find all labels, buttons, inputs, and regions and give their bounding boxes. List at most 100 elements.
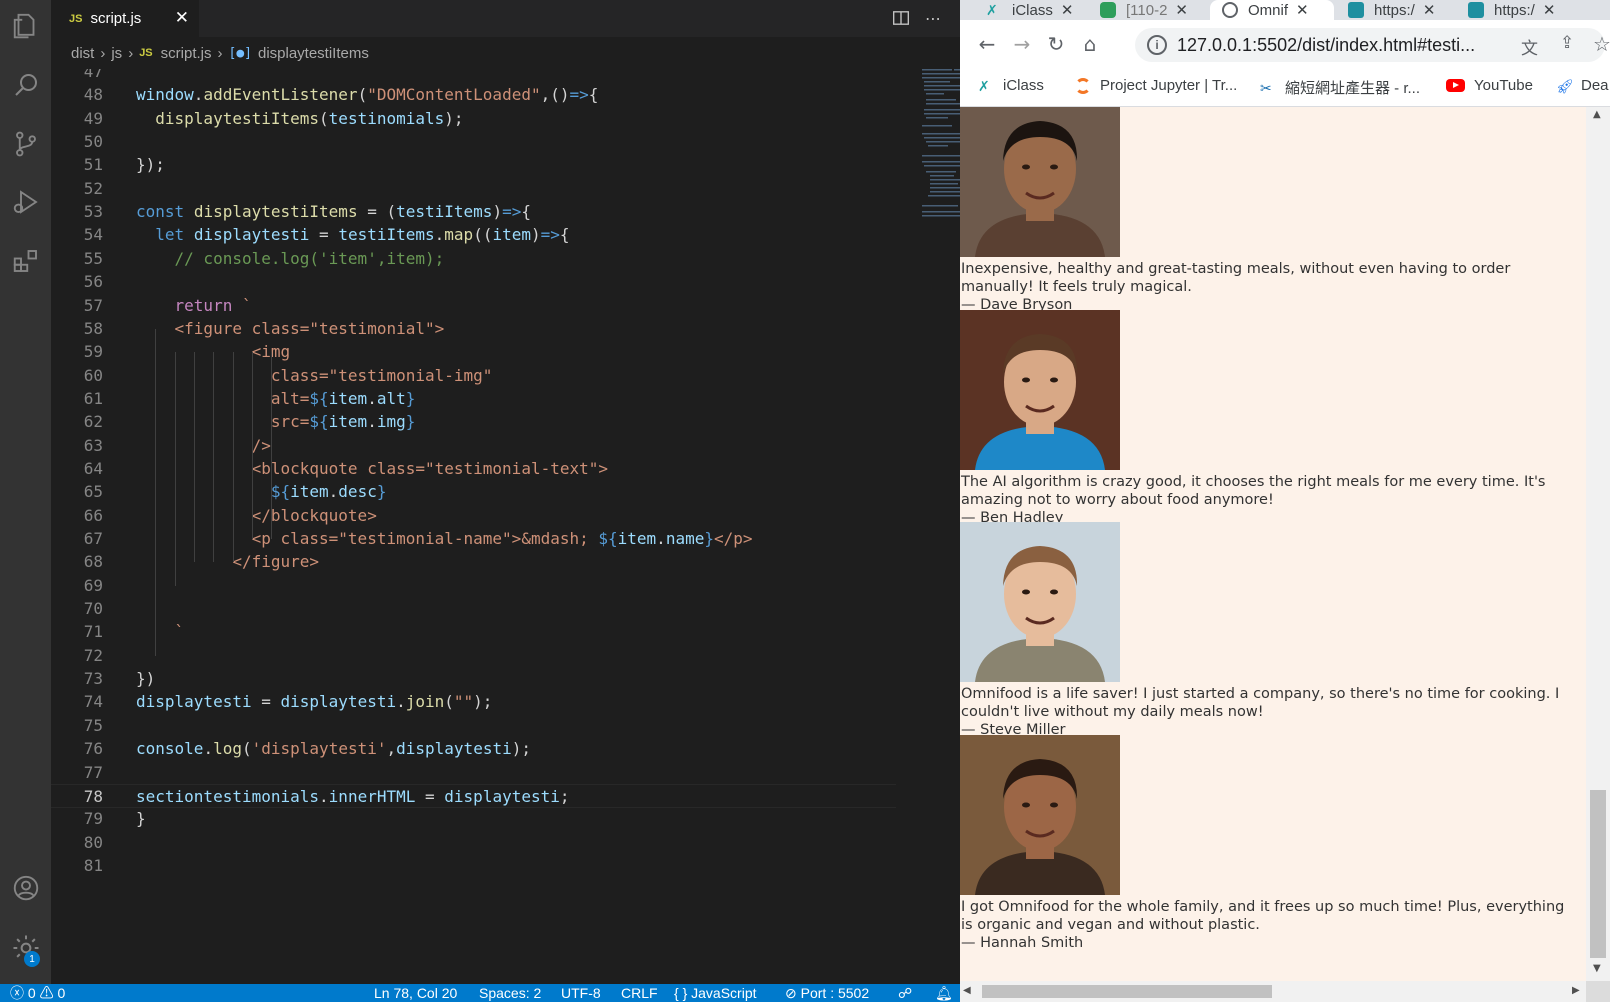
close-tab-icon[interactable]: ✕ <box>1296 1 1309 19</box>
end-of-line[interactable]: CRLF <box>621 985 658 1001</box>
code-line[interactable]: 81 <box>51 854 896 878</box>
indent-guide <box>213 352 215 563</box>
cursor-position[interactable]: Ln 78, Col 20 <box>374 985 457 1001</box>
encoding[interactable]: UTF-8 <box>561 985 601 1001</box>
indentation[interactable]: Spaces: 2 <box>479 985 541 1001</box>
scrollbar-thumb[interactable] <box>1590 790 1606 958</box>
browser-tab-110[interactable]: [110-2 ✕ <box>1086 0 1208 20</box>
browser-tab-https-2[interactable]: https:/ ✕ <box>1456 0 1586 20</box>
back-arrow-icon[interactable]: ← <box>975 32 999 56</box>
code-line[interactable]: 48 window.addEventListener("DOMContentLoa… <box>51 83 896 107</box>
code-line[interactable]: 73}) <box>51 667 896 691</box>
breadcrumb-folder-js[interactable]: js <box>111 45 122 62</box>
code-line[interactable]: 76 console.log('displaytesti',displaytest… <box>51 737 896 761</box>
page-vertical-scrollbar[interactable]: ▲ ▼ <box>1586 107 1610 981</box>
browser-tab-iclass[interactable]: ✗ iClass ✕ <box>960 0 1086 20</box>
search-icon[interactable] <box>0 61 51 109</box>
feedback-icon[interactable]: ☍ <box>898 985 912 1001</box>
forward-arrow-icon[interactable]: → <box>1010 32 1034 56</box>
code-line[interactable]: 49 displaytestiItems(testinomials); <box>51 107 896 131</box>
code-line[interactable]: 50 <box>51 130 896 154</box>
bookmark-jupyter[interactable]: Project Jupyter | Tr... <box>1075 77 1237 94</box>
code-line[interactable]: 53 const displaytestiItems = (testiItems)… <box>51 200 896 224</box>
problems-indicator[interactable]: ⓧ 0 ⚠ 0 <box>10 985 65 1001</box>
code-line[interactable]: 75 <box>51 714 896 738</box>
reload-icon[interactable]: ↻ <box>1044 32 1068 56</box>
split-editor-icon[interactable] <box>889 6 913 30</box>
code-line[interactable]: 55 // console.log('item',item); <box>51 247 896 271</box>
scroll-down-arrow-icon[interactable]: ▼ <box>1593 963 1601 974</box>
code-line[interactable]: 62 src=${item.img} <box>51 410 896 434</box>
code-line[interactable]: 61 alt=${item.alt} <box>51 387 896 411</box>
code-line[interactable]: 72 <box>51 644 896 668</box>
breadcrumb-folder-dist[interactable]: dist <box>71 45 94 62</box>
close-tab-icon[interactable]: ✕ <box>1423 1 1436 19</box>
bookmark-youtube[interactable]: YouTube <box>1446 77 1533 94</box>
info-icon[interactable]: i <box>1147 35 1167 55</box>
explorer-icon[interactable] <box>0 2 51 50</box>
code-line[interactable]: 77 <box>51 761 896 785</box>
close-tab-icon[interactable]: ✕ <box>1543 1 1556 19</box>
code-editor[interactable]: 47 48 window.addEventListener("DOMContentL… <box>51 69 960 984</box>
bookmark-dea[interactable]: 🚀︎ Dea <box>1556 77 1609 94</box>
code-line[interactable]: 70 <box>51 597 896 621</box>
code-line[interactable]: 71 ` <box>51 620 896 644</box>
code-line[interactable]: 56 <box>51 270 896 294</box>
scrollbar-thumb[interactable] <box>982 985 1272 998</box>
accounts-icon[interactable] <box>0 864 51 912</box>
code-line[interactable]: 67 <p class="testimonial-name">&mdash; $… <box>51 527 896 551</box>
manage-gear-icon[interactable]: 1 <box>0 924 51 972</box>
code-line[interactable]: 59 <img <box>51 340 896 364</box>
code-line[interactable]: 52 <box>51 177 896 201</box>
source-control-icon[interactable] <box>0 120 51 168</box>
minimap[interactable] <box>922 69 960 219</box>
code-line[interactable]: 64 <blockquote class="testimonial-text"> <box>51 457 896 481</box>
browser-tab-https-1[interactable]: https:/ ✕ <box>1336 0 1456 20</box>
url-text[interactable]: 127.0.0.1:5502/dist/index.html#testi... <box>1177 35 1475 56</box>
close-tab-icon[interactable]: ✕ <box>1175 1 1188 19</box>
code-token: ` <box>232 295 252 315</box>
language-mode[interactable]: { } JavaScript <box>674 985 757 1001</box>
line-code: sectiontestimonials.innerHTML = displayt… <box>136 785 570 809</box>
code-line[interactable]: 80 <box>51 831 896 855</box>
code-line[interactable]: 57 return ` <box>51 294 896 318</box>
code-line[interactable]: 58 <figure class="testimonial"> <box>51 317 896 341</box>
code-token: addEventListener <box>203 85 358 105</box>
home-icon[interactable]: ⌂ <box>1078 32 1102 56</box>
address-bar[interactable]: i 127.0.0.1:5502/dist/index.html#testi..… <box>1135 28 1605 62</box>
code-line[interactable]: 63 /> <box>51 434 896 458</box>
translate-icon[interactable]: 文 <box>1521 34 1538 59</box>
page-horizontal-scrollbar[interactable]: ◀ ▶ <box>960 981 1586 1002</box>
tab-script-js[interactable]: JS script.js ✕ <box>51 0 199 37</box>
code-token: map <box>444 225 474 245</box>
live-server-port[interactable]: ⊘ Port : 5502 <box>785 985 869 1001</box>
breadcrumb-file[interactable]: script.js <box>161 45 212 62</box>
breadcrumb-symbol[interactable]: displaytestiItems <box>258 45 369 62</box>
code-line[interactable]: 60 class="testimonial-img" <box>51 364 896 388</box>
close-tab-icon[interactable]: ✕ <box>175 8 189 28</box>
code-line[interactable]: 68 </figure> <box>51 550 896 574</box>
share-icon[interactable]: ⇪ <box>1560 33 1574 53</box>
bell-icon[interactable]: 🔔︎ <box>935 985 953 1001</box>
scroll-left-arrow-icon[interactable]: ◀ <box>963 985 971 996</box>
code-line[interactable]: 79} <box>51 807 896 831</box>
browser-tab-omnifood[interactable]: Omnif ✕ <box>1210 0 1334 20</box>
code-line[interactable]: 51}); <box>51 153 896 177</box>
code-line[interactable]: 47 <box>51 69 896 84</box>
code-line[interactable]: 69 <box>51 574 896 598</box>
code-line[interactable]: 78 sectiontestimonials.innerHTML = displa… <box>51 783 896 809</box>
run-debug-icon[interactable] <box>0 178 51 226</box>
extensions-icon[interactable] <box>0 237 51 285</box>
code-line[interactable]: 65 ${item.desc} <box>51 480 896 504</box>
scroll-up-arrow-icon[interactable]: ▲ <box>1593 109 1601 120</box>
bookmark-iclass[interactable]: ✗ iClass <box>978 77 1044 94</box>
notification-badge: 1 <box>24 951 40 967</box>
bookmark-star-icon[interactable]: ☆ <box>1590 32 1610 56</box>
more-actions-icon[interactable]: ⋯ <box>921 6 945 30</box>
scroll-right-arrow-icon[interactable]: ▶ <box>1572 985 1580 996</box>
code-line[interactable]: 54 let displaytesti = testiItems.map((it… <box>51 223 896 247</box>
close-tab-icon[interactable]: ✕ <box>1061 1 1074 19</box>
bookmark-url-shortener[interactable]: ✂ 縮短網址產生器 - r... <box>1260 77 1420 98</box>
code-line[interactable]: 66 </blockquote> <box>51 504 896 528</box>
code-line[interactable]: 74 displaytesti = displaytesti.join(""); <box>51 690 896 714</box>
